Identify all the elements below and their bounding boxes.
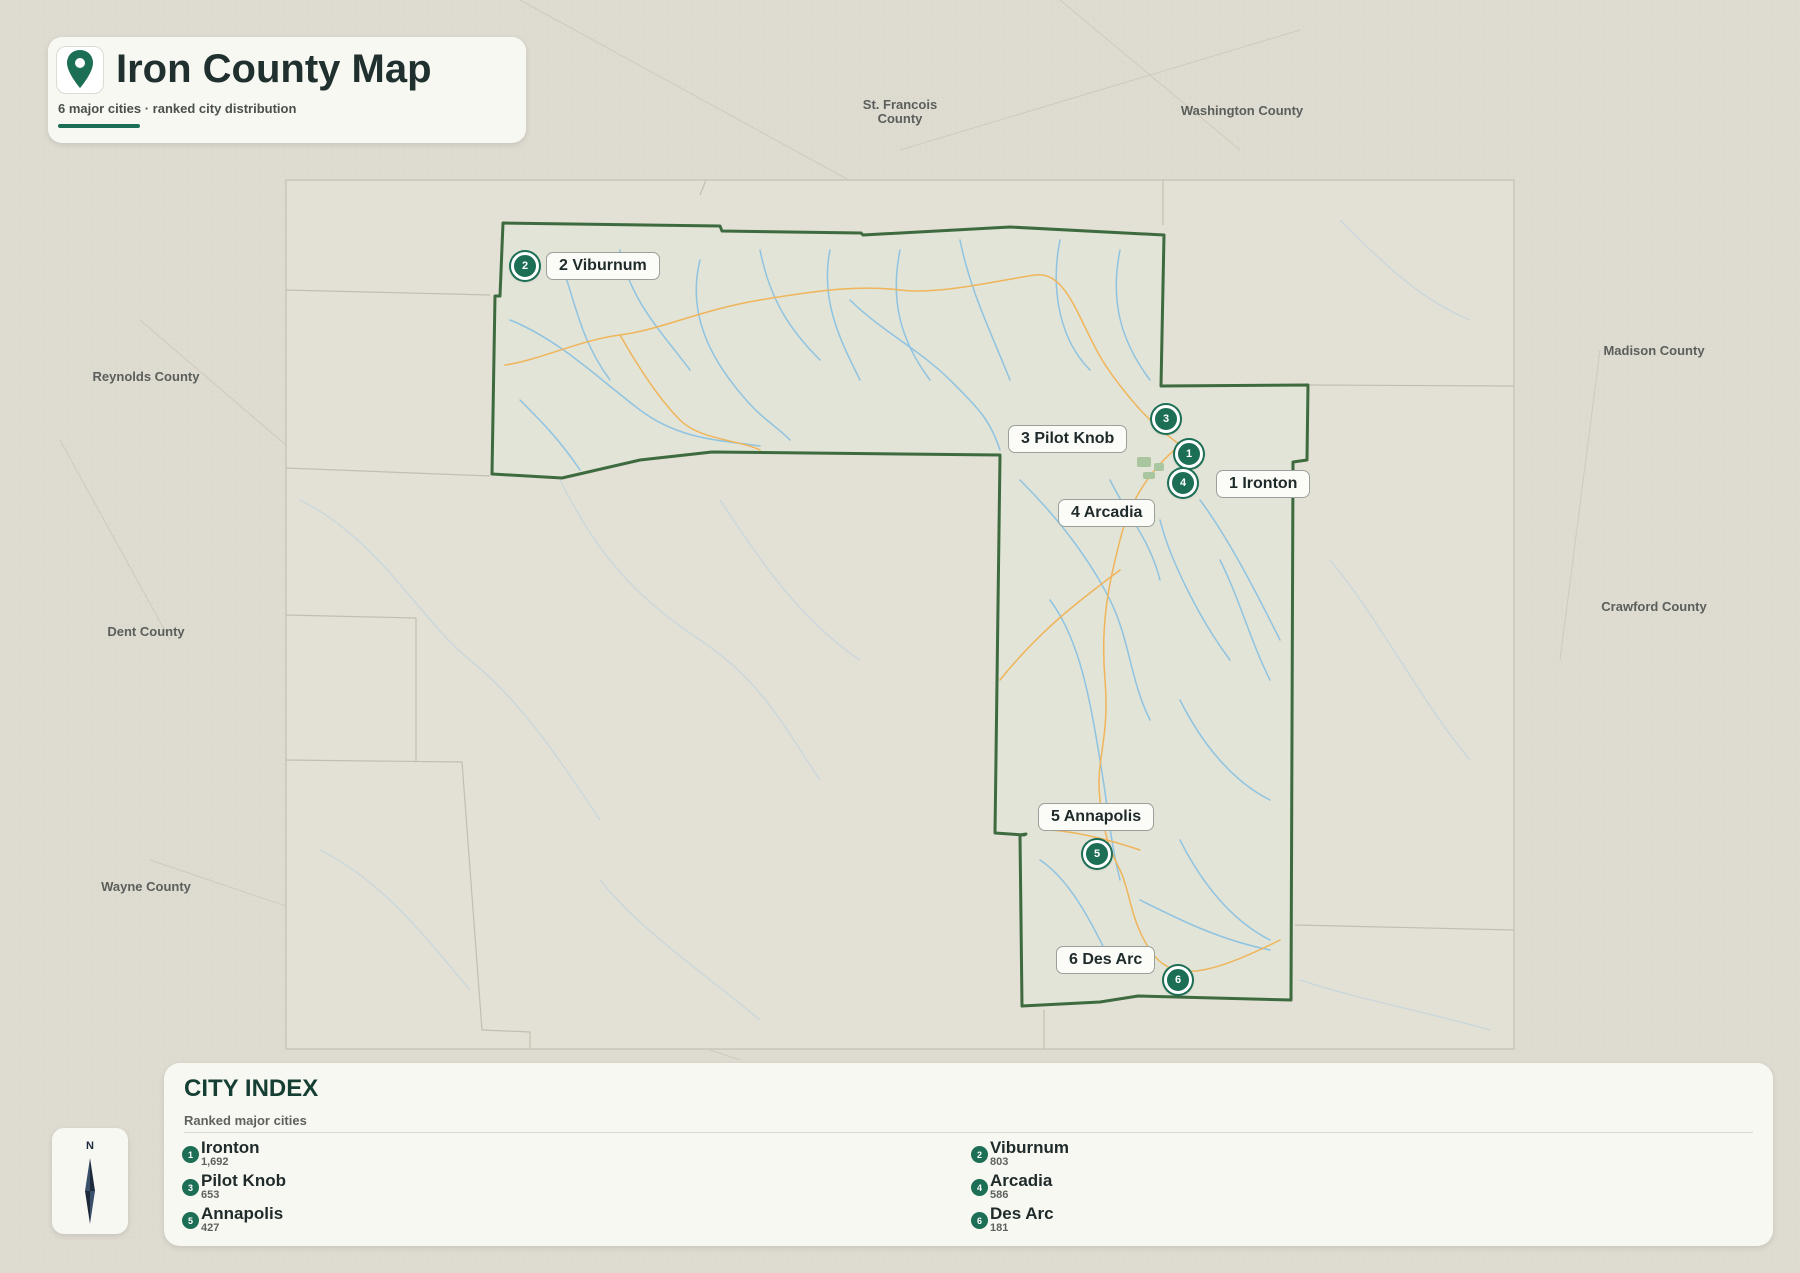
index-city-population: 803	[990, 1156, 1009, 1168]
city-label-annapolis[interactable]: 5 Annapolis	[1038, 803, 1155, 831]
neighbor-crawford: Crawford County	[1601, 599, 1707, 614]
index-city-name: Pilot Knob	[201, 1171, 286, 1190]
neighbor-reynolds: Reynolds County	[92, 369, 200, 384]
index-rank-badge: 2	[971, 1146, 988, 1163]
index-city-population: 586	[990, 1189, 1009, 1201]
neighbor-wayne: Wayne County	[101, 879, 191, 894]
compass: N	[52, 1128, 128, 1234]
city-marker-viburnum[interactable]: 2	[511, 252, 539, 280]
neighbor-st-francois: St. Francois County	[863, 98, 937, 125]
page-title: Iron County Map	[116, 47, 432, 91]
index-rank-badge: 5	[182, 1212, 199, 1229]
neighbor-madison: Madison County	[1603, 343, 1705, 358]
city-marker-pilot-knob[interactable]: 3	[1152, 405, 1180, 433]
index-city-population: 653	[201, 1189, 220, 1201]
compass-north-label: N	[86, 1140, 94, 1152]
page-subtitle: 6 major cities · ranked city distributio…	[58, 101, 297, 116]
city-marker-arcadia[interactable]: 4	[1169, 469, 1197, 497]
index-rank-badge: 3	[182, 1179, 199, 1196]
index-city-name: Des Arc	[990, 1204, 1054, 1223]
city-marker-des-arc[interactable]: 6	[1164, 966, 1192, 994]
city-label-arcadia[interactable]: 4 Arcadia	[1058, 499, 1156, 527]
city-index-divider	[184, 1132, 1753, 1133]
index-rank-badge: 1	[182, 1146, 199, 1163]
neighbor-st-francois-line2: County	[877, 110, 923, 126]
city-index: CITY INDEX Ranked major cities 1 Ironton…	[164, 1063, 1773, 1246]
index-rank-badge: 4	[971, 1179, 988, 1196]
index-city-population: 181	[990, 1222, 1009, 1234]
city-label-ironton[interactable]: 1 Ironton	[1216, 470, 1311, 498]
index-city-population: 1,692	[201, 1156, 229, 1168]
index-city-name: Annapolis	[201, 1204, 284, 1223]
neighbor-washington: Washington County	[1180, 103, 1304, 118]
map-pin-icon	[56, 46, 104, 94]
city-index-title: CITY INDEX	[184, 1075, 319, 1102]
city-label-pilot-knob[interactable]: 3 Pilot Knob	[1008, 425, 1128, 453]
city-index-subtitle: Ranked major cities	[184, 1113, 307, 1128]
city-marker-annapolis[interactable]: 5	[1083, 840, 1111, 868]
compass-icon	[85, 1158, 95, 1224]
city-label-des-arc[interactable]: 6 Des Arc	[1056, 946, 1156, 974]
city-label-viburnum[interactable]: 2 Viburnum	[546, 252, 660, 280]
title-card: Iron County Map 6 major cities · ranked …	[48, 37, 526, 143]
index-city-name: Arcadia	[990, 1171, 1053, 1190]
neighbor-dent: Dent County	[107, 624, 185, 639]
index-city-population: 427	[201, 1222, 220, 1234]
index-city-name: Viburnum	[990, 1138, 1070, 1157]
city-marker-ironton[interactable]: 1	[1175, 440, 1203, 468]
index-rank-badge: 6	[971, 1212, 988, 1229]
title-underline	[58, 124, 140, 128]
neighbor-st-francois-line1: St. Francois	[862, 97, 938, 112]
index-city-name: Ironton	[201, 1138, 260, 1157]
